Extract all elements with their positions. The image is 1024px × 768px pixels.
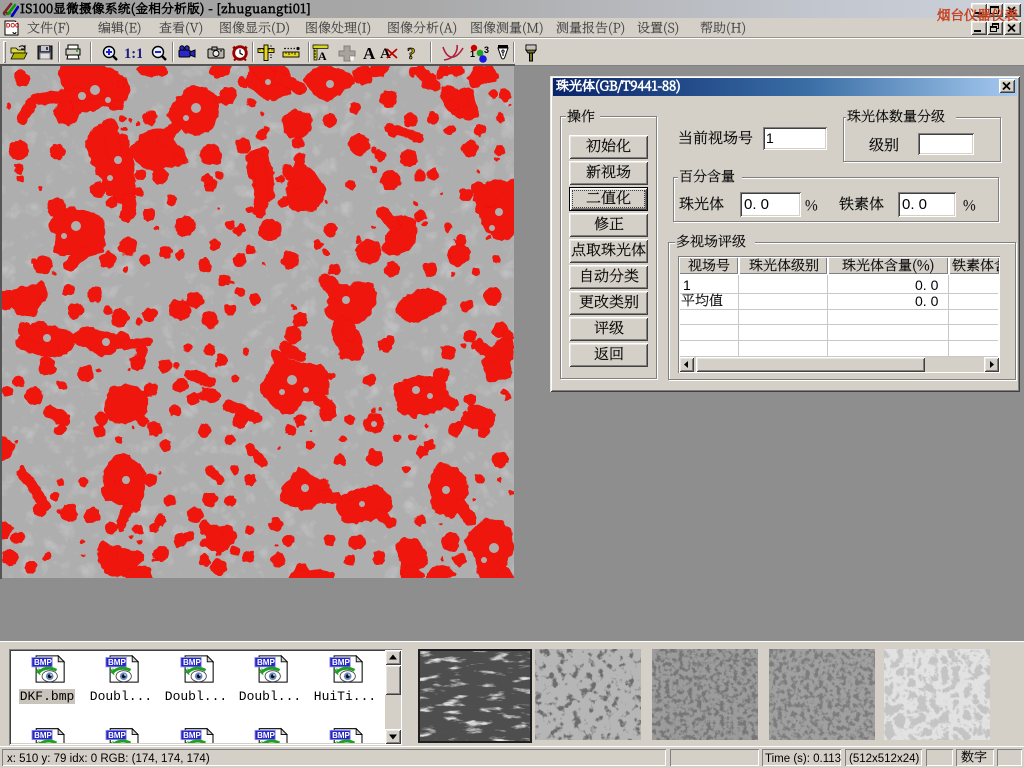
svg-text:?: ? — [407, 44, 416, 62]
svg-text:BMP: BMP — [332, 658, 351, 667]
svg-text:BMP: BMP — [34, 658, 53, 667]
svg-text:BMP: BMP — [257, 658, 276, 667]
svg-text:A: A — [380, 46, 391, 62]
svg-text:1:1: 1:1 — [124, 46, 142, 62]
svg-text:BMP: BMP — [108, 658, 127, 667]
svg-text:BMP: BMP — [183, 731, 201, 740]
svg-text:BMP: BMP — [332, 731, 350, 740]
svg-text:1: 1 — [470, 49, 475, 59]
svg-text:BMP: BMP — [108, 731, 126, 740]
svg-text:A: A — [318, 49, 327, 62]
svg-text:BMP: BMP — [34, 731, 52, 740]
svg-text:BMP: BMP — [183, 658, 202, 667]
svg-text:A: A — [363, 44, 376, 62]
svg-text:3: 3 — [484, 45, 489, 55]
svg-text:BMP: BMP — [257, 731, 275, 740]
svg-text:DOC: DOC — [6, 24, 19, 30]
